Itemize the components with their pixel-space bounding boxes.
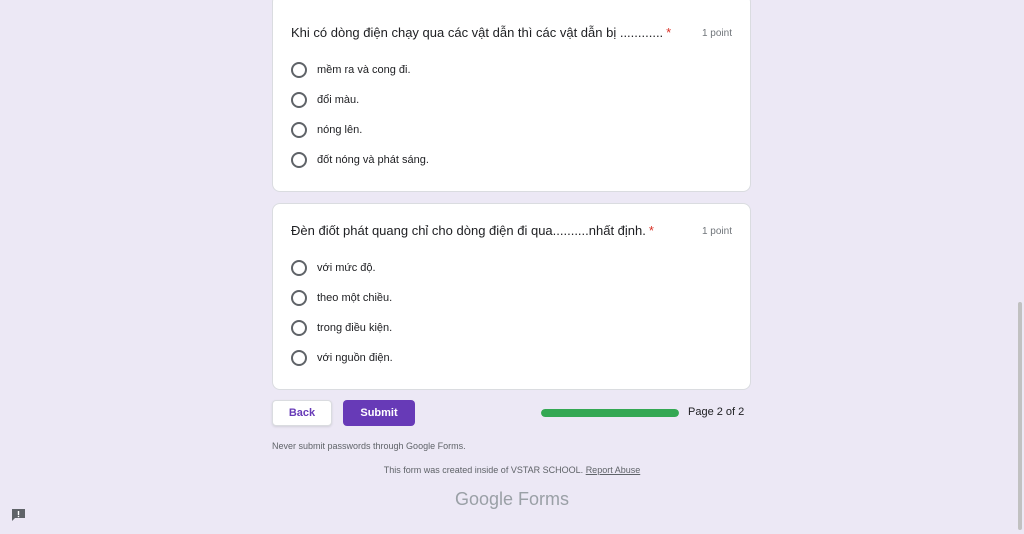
google-forms-logo[interactable]: Google Forms [0, 489, 1024, 510]
option-label: theo một chiều. [317, 292, 393, 304]
radio-button-icon[interactable] [291, 62, 307, 78]
scrollbar-thumb[interactable] [1018, 302, 1022, 530]
option-radio[interactable]: với mức độ. [291, 259, 376, 277]
password-warning: Never submit passwords through Google Fo… [272, 441, 466, 451]
question-points: 1 point [701, 226, 732, 237]
question-card-2: Đèn điốt phát quang chỉ cho dòng điện đi… [272, 203, 751, 390]
required-asterisk: * [666, 25, 672, 40]
question-text: Đèn điốt phát quang chỉ cho dòng điện đi… [291, 223, 646, 238]
option-label: mềm ra và cong đi. [317, 64, 411, 76]
logo-google-text: Google [454, 489, 514, 509]
question-title: Đèn điốt phát quang chỉ cho dòng điện đi… [291, 223, 654, 238]
option-radio[interactable]: đốt nóng và phát sáng. [291, 151, 429, 169]
question-title: Khi có dòng điện chạy qua các vật dẫn th… [291, 25, 671, 40]
report-abuse-link[interactable]: Report Abuse [586, 465, 641, 475]
radio-button-icon[interactable] [291, 350, 307, 366]
option-radio[interactable]: nóng lên. [291, 121, 362, 139]
form-created-notice: This form was created inside of VSTAR SC… [0, 465, 1024, 475]
option-radio[interactable]: theo một chiều. [291, 289, 392, 307]
option-radio[interactable]: đổi màu. [291, 91, 359, 109]
required-asterisk: * [648, 223, 654, 238]
option-label: nóng lên. [317, 124, 363, 136]
question-text: Khi có dòng điện chạy qua các vật dẫn th… [291, 25, 664, 40]
option-radio[interactable]: với nguồn điện. [291, 349, 393, 367]
option-label: với mức độ. [317, 262, 376, 274]
radio-button-icon[interactable] [291, 290, 307, 306]
option-radio[interactable]: trong điều kiện. [291, 319, 392, 337]
radio-button-icon[interactable] [291, 320, 307, 336]
progress-bar [541, 409, 679, 417]
option-label: đốt nóng và phát sáng. [317, 154, 429, 166]
option-label: đổi màu. [317, 94, 360, 106]
back-button[interactable]: Back [272, 400, 332, 426]
submit-button[interactable]: Submit [343, 400, 415, 426]
feedback-icon[interactable] [11, 508, 26, 522]
created-text: This form was created inside of VSTAR SC… [383, 465, 584, 475]
logo-forms-text: Forms [518, 489, 570, 509]
option-radio[interactable]: mềm ra và cong đi. [291, 61, 411, 79]
question-points: 1 point [701, 28, 732, 39]
option-label: trong điều kiện. [317, 322, 393, 334]
progress-bar-fill [541, 409, 679, 417]
option-label: với nguồn điện. [317, 352, 393, 364]
radio-button-icon[interactable] [291, 260, 307, 276]
page-indicator: Page 2 of 2 [688, 406, 745, 418]
question-card-1: Khi có dòng điện chạy qua các vật dẫn th… [272, 0, 751, 192]
radio-button-icon[interactable] [291, 152, 307, 168]
radio-button-icon[interactable] [291, 92, 307, 108]
radio-button-icon[interactable] [291, 122, 307, 138]
